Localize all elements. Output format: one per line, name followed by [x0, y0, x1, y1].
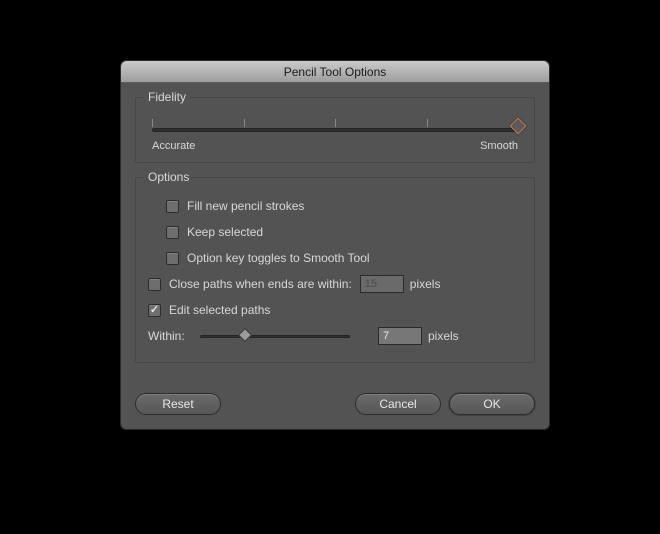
option-key-checkbox[interactable]: [166, 252, 179, 265]
edit-paths-checkbox[interactable]: [148, 304, 161, 317]
options-legend: Options: [144, 170, 193, 184]
close-paths-unit: pixels: [410, 277, 441, 291]
keep-selected-checkbox[interactable]: [166, 226, 179, 239]
pencil-tool-options-dialog: Pencil Tool Options Fidelity Accur: [120, 60, 550, 430]
fidelity-accurate-label: Accurate: [152, 140, 195, 152]
ok-button[interactable]: OK: [449, 393, 535, 415]
within-slider-handle[interactable]: [238, 328, 252, 342]
cancel-button[interactable]: Cancel: [355, 393, 441, 415]
close-paths-input: [360, 275, 404, 293]
options-group: Options Fill new pencil strokes Keep sel…: [135, 177, 535, 363]
fill-new-label: Fill new pencil strokes: [187, 199, 304, 213]
dialog-title: Pencil Tool Options: [121, 61, 549, 83]
option-key-label: Option key toggles to Smooth Tool: [187, 251, 370, 265]
fidelity-group: Fidelity Accurate Smooth: [135, 97, 535, 163]
keep-selected-label: Keep selected: [187, 225, 263, 239]
within-input[interactable]: [378, 327, 422, 345]
close-paths-checkbox[interactable]: [148, 278, 161, 291]
reset-button[interactable]: Reset: [135, 393, 221, 415]
within-slider[interactable]: [200, 328, 350, 344]
fidelity-legend: Fidelity: [144, 90, 190, 104]
fidelity-smooth-label: Smooth: [480, 140, 518, 152]
within-label: Within:: [148, 329, 200, 343]
close-paths-label: Close paths when ends are within:: [169, 277, 352, 291]
fidelity-slider[interactable]: [152, 116, 518, 134]
within-unit: pixels: [428, 329, 459, 343]
fill-new-checkbox[interactable]: [166, 200, 179, 213]
edit-paths-label: Edit selected paths: [169, 303, 270, 317]
